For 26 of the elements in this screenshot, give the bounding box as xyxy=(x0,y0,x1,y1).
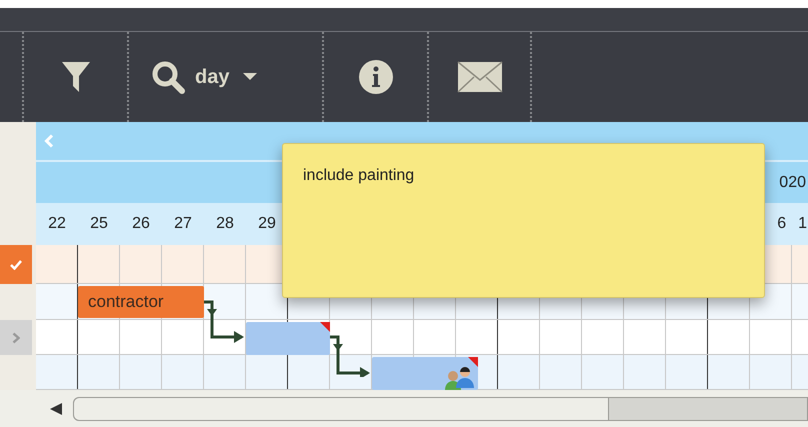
row-check[interactable] xyxy=(0,245,32,284)
check-icon xyxy=(10,260,22,270)
scrollbar-thumb[interactable] xyxy=(74,398,609,420)
filter-icon[interactable] xyxy=(60,60,90,94)
year-label: 020 xyxy=(779,172,807,192)
chevron-right-icon xyxy=(12,332,20,344)
caret-icon xyxy=(243,73,258,81)
scroll-left-icon[interactable] xyxy=(49,402,63,416)
envelope-icon[interactable] xyxy=(456,61,502,93)
row-expand-button[interactable] xyxy=(0,320,32,355)
search-icon[interactable] xyxy=(151,60,187,94)
day-label: 22 xyxy=(47,214,67,234)
zoom-select[interactable]: day xyxy=(195,62,258,92)
day-label: 6 xyxy=(777,214,786,234)
day-label: 28 xyxy=(215,214,235,234)
day-label: 26 xyxy=(131,214,151,234)
note-tooltip: include painting xyxy=(282,143,765,298)
day-label: 25 xyxy=(89,214,109,234)
day-label: 27 xyxy=(173,214,193,234)
day-label: 1 xyxy=(798,214,807,234)
info-icon[interactable] xyxy=(358,59,394,95)
day-label: 29 xyxy=(257,214,277,234)
chevron-left-icon[interactable] xyxy=(44,134,54,148)
horizontal-scrollbar[interactable] xyxy=(73,396,808,420)
task-bar[interactable] xyxy=(372,357,478,390)
task-bar[interactable]: contractor xyxy=(78,286,204,318)
